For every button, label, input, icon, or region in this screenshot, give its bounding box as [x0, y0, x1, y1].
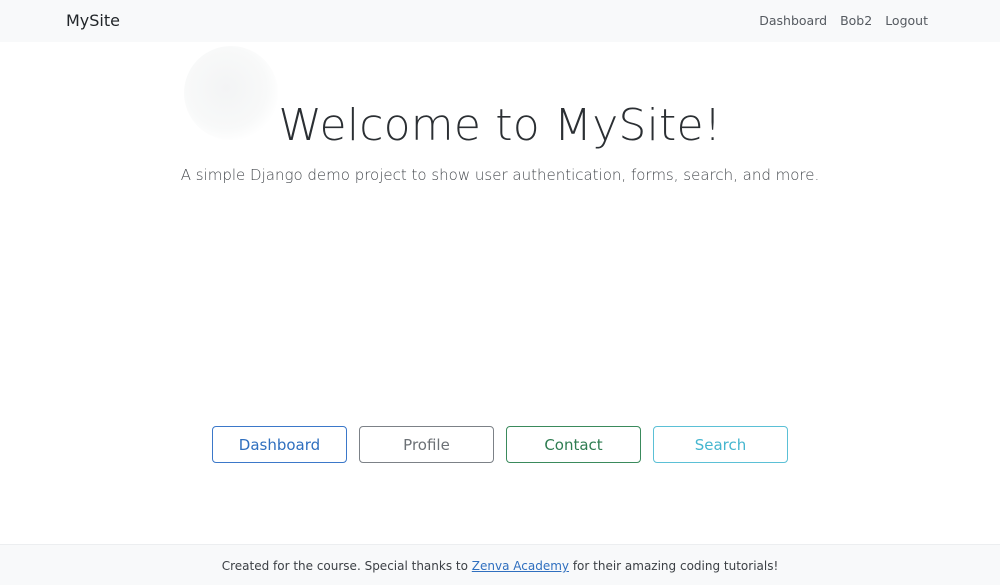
- footer-text-after: for their amazing coding tutorials!: [569, 559, 779, 573]
- action-buttons: Dashboard Profile Contact Search: [212, 426, 788, 463]
- profile-button[interactable]: Profile: [359, 426, 494, 463]
- nav-links: Dashboard Bob2 Logout: [759, 13, 928, 28]
- contact-button[interactable]: Contact: [506, 426, 641, 463]
- footer-text-before: Created for the course. Special thanks t…: [221, 559, 472, 573]
- nav-link-dashboard[interactable]: Dashboard: [759, 13, 827, 28]
- zenva-academy-link[interactable]: Zenva Academy: [472, 559, 569, 573]
- nav-link-username[interactable]: Bob2: [840, 13, 872, 28]
- navbar: MySite Dashboard Bob2 Logout: [0, 0, 1000, 42]
- page-lead: A simple Django demo project to show use…: [180, 166, 820, 184]
- page: MySite Dashboard Bob2 Logout Welcome to …: [0, 0, 1000, 585]
- page-title: Welcome to MySite!: [278, 100, 722, 151]
- search-button[interactable]: Search: [653, 426, 788, 463]
- footer: Created for the course. Special thanks t…: [0, 544, 1000, 585]
- dashboard-button[interactable]: Dashboard: [212, 426, 347, 463]
- brand-link[interactable]: MySite: [66, 11, 120, 30]
- nav-link-logout[interactable]: Logout: [885, 13, 928, 28]
